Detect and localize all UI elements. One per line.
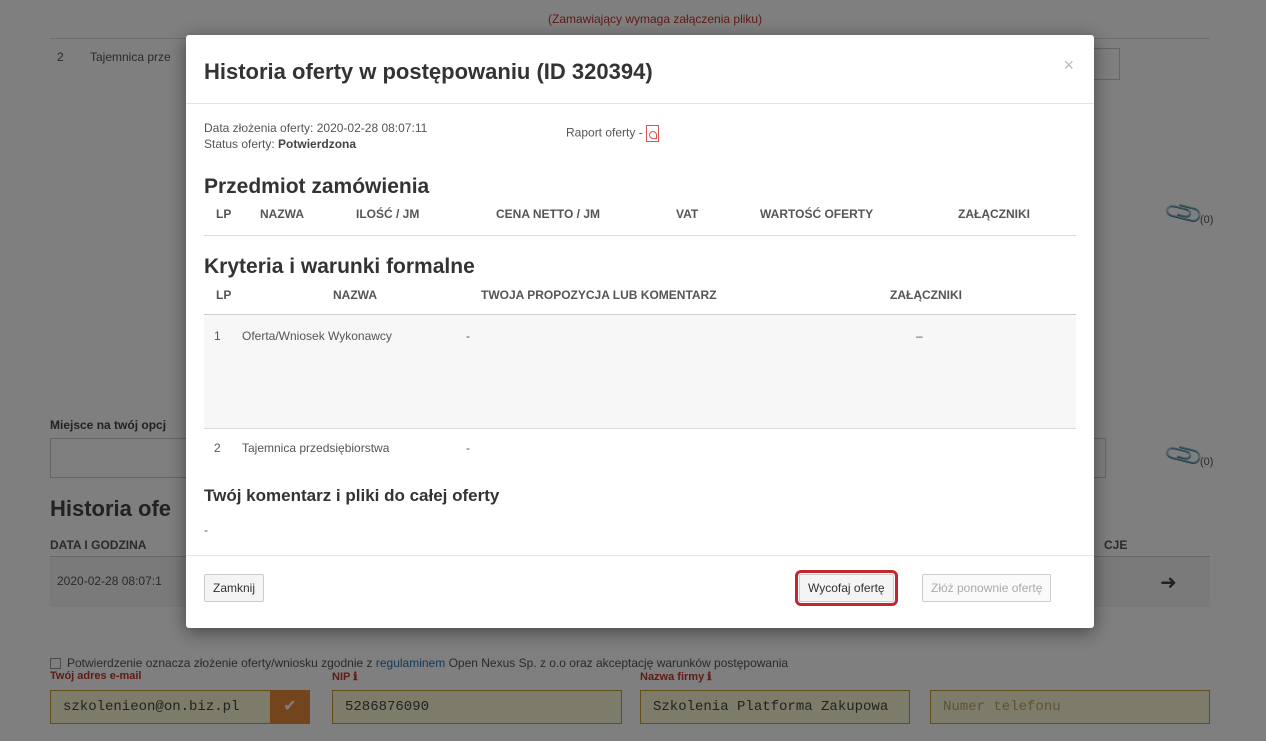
row-comment: - <box>466 441 470 455</box>
submission-date: Data złożenia oferty: 2020-02-28 08:07:1… <box>204 121 428 135</box>
row-name: Oferta/Wniosek Wykonawcy <box>242 329 392 343</box>
status-value: Potwierdzona <box>278 137 357 151</box>
row-lp: 2 <box>214 441 221 455</box>
row-lp: 1 <box>214 329 221 343</box>
modal-title: Historia oferty w postępowaniu (ID 32039… <box>204 59 653 84</box>
subject-heading: Przedmiot zamówienia <box>204 175 430 198</box>
offer-history-modal: Historia oferty w postępowaniu (ID 32039… <box>186 35 1094 628</box>
criteria-col-attachments: ZAŁĄCZNIKI <box>890 288 962 302</box>
col-lp: LP <box>216 207 232 221</box>
criteria-col-comment: TWOJA PROPOZYCJA LUB KOMENTARZ <box>481 288 717 302</box>
offer-report: Raport oferty - <box>566 125 659 142</box>
row-comment: - <box>466 329 470 343</box>
col-qty: ILOŚĆ / JM <box>356 207 420 221</box>
table-row: 1 Oferta/Wniosek Wykonawcy - – <box>204 315 1076 428</box>
col-name: NAZWA <box>260 207 304 221</box>
offer-status: Status oferty: Potwierdzona <box>204 137 357 151</box>
comment-value: - <box>204 523 208 537</box>
divider <box>186 555 1094 556</box>
close-button[interactable]: Zamknij <box>204 574 265 602</box>
criteria-col-lp: LP <box>216 288 232 302</box>
criteria-col-name: NAZWA <box>333 288 377 302</box>
col-net-price: CENA NETTO / JM <box>496 207 601 221</box>
resubmit-offer-button[interactable]: Złóż ponownie ofertę <box>922 574 1052 602</box>
close-icon[interactable]: × <box>1063 55 1074 76</box>
comment-heading: Twój komentarz i pliki do całej oferty <box>204 486 500 505</box>
divider <box>204 235 1076 236</box>
col-offer-value: WARTOŚĆ OFERTY <box>760 207 874 221</box>
col-vat: VAT <box>676 207 699 221</box>
withdraw-offer-button[interactable]: Wycofaj ofertę <box>795 570 898 606</box>
col-attachments: ZAŁĄCZNIKI <box>958 207 1030 221</box>
criteria-heading: Kryteria i warunki formalne <box>204 255 475 278</box>
row-attachments: – <box>916 329 923 343</box>
pdf-icon[interactable] <box>645 125 659 142</box>
table-row: 2 Tajemnica przedsiębiorstwa - <box>204 429 1076 463</box>
divider <box>186 103 1094 104</box>
row-name: Tajemnica przedsiębiorstwa <box>242 441 390 455</box>
